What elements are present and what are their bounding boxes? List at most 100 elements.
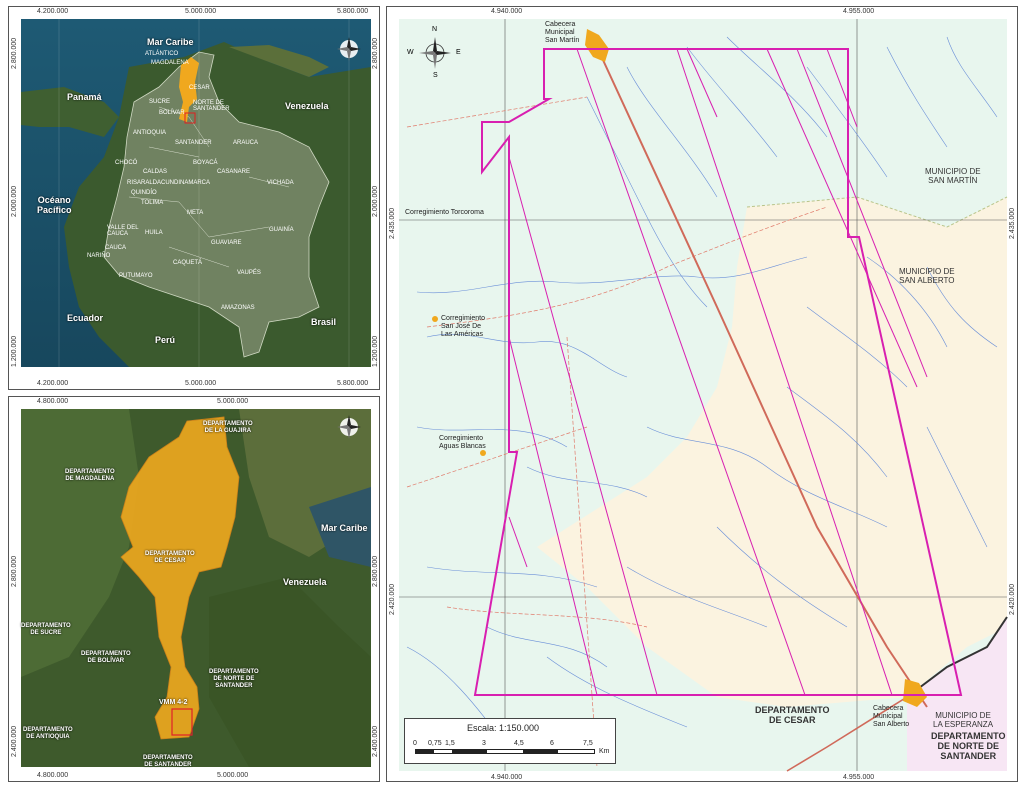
y-tick: 2.400.000 [372, 725, 379, 757]
label-aguas-blancas: Corregimiento Aguas Blancas [439, 435, 486, 450]
main-map-svg [399, 19, 1008, 772]
dept-label: VALLE DEL CAUCA [107, 225, 139, 237]
label-departamento-norte-santander: DEPARTAMENTO DE NORTE DE SANTANDER [931, 731, 1006, 761]
label-bolivar: DEPARTAMENTO DE BOLÍVAR [81, 651, 131, 664]
dept-label: SANTANDER [175, 140, 212, 146]
x-tick: 4.200.000 [37, 380, 69, 387]
label-peru: Perú [155, 335, 176, 345]
scale-tick: 7,5 [583, 740, 593, 747]
label-caribbean: Mar Caribe [321, 523, 368, 533]
x-tick: 5.000.000 [185, 8, 217, 15]
scale-tick: 3 [482, 740, 486, 747]
y-tick: 2.800.000 [372, 555, 379, 587]
y-tick: 2.400.000 [11, 725, 18, 757]
label-panama: Panamá [67, 92, 102, 102]
san-jose-town [432, 316, 438, 322]
label-departamento-cesar: DEPARTAMENTO DE CESAR [755, 705, 830, 725]
dept-label: MAGDALENA [151, 60, 189, 66]
label-magdalena: DEPARTAMENTO DE MAGDALENA [65, 469, 115, 482]
label-municipio-la-esperanza: MUNICIPIO DE LA ESPERANZA [933, 711, 994, 729]
region-inset-map: 4.800.000 5.000.000 4.800.000 5.000.000 … [8, 396, 380, 782]
x-tick: 5.000.000 [217, 772, 249, 779]
y-tick: 2.420.000 [1009, 583, 1016, 615]
dept-label: SUCRE [149, 99, 171, 105]
label-pacific: Océano Pacífico [37, 195, 72, 215]
dept-label: VICHADA [267, 180, 294, 186]
y-tick: 2.800.000 [372, 37, 379, 69]
x-tick: 5.000.000 [217, 398, 249, 405]
dept-label: ARAUCA [233, 140, 259, 146]
dept-label: CESAR [189, 85, 210, 91]
label-venezuela: Venezuela [283, 577, 327, 587]
x-tick: 4.800.000 [37, 398, 69, 405]
dept-label: HUILA [145, 230, 163, 236]
x-tick: 4.940.000 [491, 774, 523, 781]
x-tick: 4.955.000 [843, 8, 875, 15]
main-detail-map: N S E W 4.940.000 4.955.000 4.940.000 4.… [386, 6, 1018, 782]
label-norte-santander: DEPARTAMENTO DE NORTE DE SANTANDER [209, 669, 259, 689]
label-cesar: DEPARTAMENTO DE CESAR [145, 551, 195, 564]
x-tick: 4.800.000 [37, 772, 69, 779]
dept-label: PUTUMAYO [119, 273, 153, 279]
scale-tick: 1,5 [445, 740, 455, 747]
scale-unit: Km [599, 748, 610, 755]
label-ecuador: Ecuador [67, 313, 104, 323]
y-tick: 2.000.000 [372, 185, 379, 217]
dept-label: AMAZONAS [221, 305, 255, 311]
dept-label: QUINDÍO [131, 190, 157, 196]
scale-bar: Escala: 1:150.000 0 0,75 1,5 3 4,5 6 7,5… [404, 718, 616, 764]
dept-label: CALDAS [143, 169, 168, 175]
compass-n: N [432, 26, 438, 33]
x-tick: 4.200.000 [37, 8, 69, 15]
x-tick: 4.955.000 [843, 774, 875, 781]
y-tick: 2.435.000 [1009, 207, 1016, 239]
dept-label: VAUPÉS [237, 270, 261, 276]
dept-label: CASANARE [217, 169, 251, 175]
compass-w: W [407, 49, 414, 56]
label-sucre: DEPARTAMENTO DE SUCRE [21, 623, 71, 636]
colombia-inset-map: 4.200.000 5.000.000 5.800.000 4.200.000 … [8, 6, 380, 390]
compass-icon: N S E W [407, 26, 461, 79]
dept-label: CAUCA [105, 245, 127, 251]
dept-label: BOLÍVAR [159, 110, 185, 116]
dept-label: NARIÑO [87, 253, 111, 259]
y-tick: 2.000.000 [11, 185, 18, 217]
dept-label: META [187, 210, 204, 216]
label-municipio-san-alberto: MUNICIPIO DE SAN ALBERTO [899, 267, 955, 285]
y-tick: 2.800.000 [11, 37, 18, 69]
y-tick: 2.420.000 [389, 583, 396, 615]
dept-label: CHOCÓ [115, 160, 138, 166]
dept-label: TOLIMA [141, 200, 164, 206]
label-vmm-block: VMM 4-2 [159, 699, 188, 706]
dept-label: NORTE DE SANTANDER [193, 100, 230, 112]
label-san-alberto-cabecera: Cabecera Municipal San Alberto [873, 705, 910, 728]
scale-tick: 0 [413, 740, 417, 747]
x-tick: 5.000.000 [185, 380, 217, 387]
x-tick: 4.940.000 [491, 8, 523, 15]
label-santander: DEPARTAMENTO DE SANTANDER [143, 755, 193, 768]
dept-label: GUAINÍA [269, 227, 294, 233]
label-la-guajira: DEPARTAMENTO DE LA GUAJIRA [203, 421, 253, 434]
label-san-martin-cabecera: Cabecera Municipal San Martín [545, 21, 580, 44]
label-san-jose: Corregimiento San José De Las Américas [441, 315, 485, 338]
label-venezuela: Venezuela [285, 101, 329, 111]
dept-label: ANTIOQUIA [133, 130, 167, 136]
compass-s: S [433, 72, 438, 79]
x-tick: 5.800.000 [337, 380, 369, 387]
dept-label: CAQUETÁ [173, 260, 203, 266]
label-caribbean: Mar Caribe [147, 37, 194, 47]
dept-label: CUNDINAMARCA [161, 180, 211, 186]
label-brasil: Brasil [311, 317, 337, 327]
dept-label: ATLÁNTICO [145, 51, 179, 57]
y-tick: 2.435.000 [389, 207, 396, 239]
label-torcoroma: Corregimiento Torcoroma [405, 209, 484, 216]
scale-graphic [415, 749, 595, 754]
scale-tick: 0,75 [428, 740, 442, 747]
scale-title: Escala: 1:150.000 [467, 723, 540, 733]
dept-label: GUAVIARE [211, 240, 242, 246]
scale-tick: 4,5 [514, 740, 524, 747]
y-tick: 1.200.000 [11, 335, 18, 367]
label-antioquia: DEPARTAMENTO DE ANTIOQUIA [23, 727, 73, 740]
x-tick: 5.800.000 [337, 8, 369, 15]
y-tick: 1.200.000 [372, 335, 379, 367]
